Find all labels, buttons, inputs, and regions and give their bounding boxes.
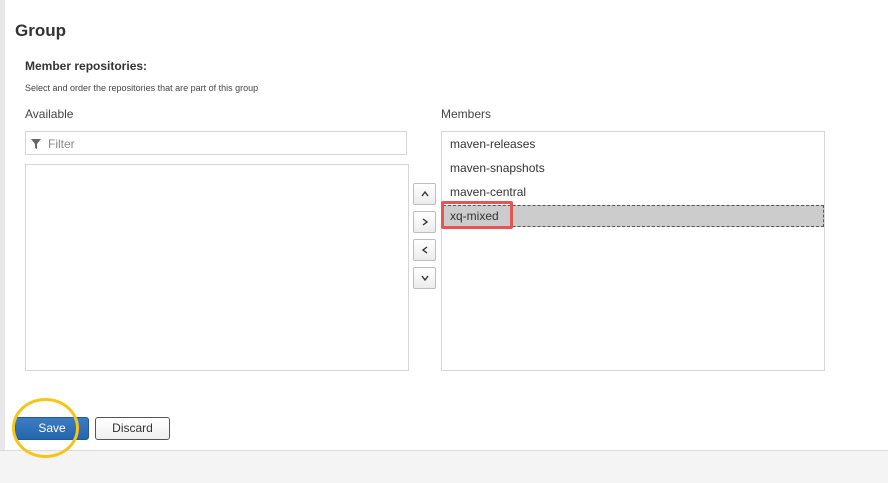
member-item-maven-snapshots[interactable]: maven-snapshots	[443, 157, 824, 179]
member-item-maven-central[interactable]: maven-central	[443, 181, 824, 203]
add-to-members-button[interactable]	[413, 211, 436, 233]
annotation-highlight-circle	[12, 398, 79, 458]
filter-input[interactable]	[46, 134, 405, 154]
left-border-strip	[0, 0, 5, 450]
member-repositories-label: Member repositories:	[25, 59, 148, 73]
section-title: Group	[15, 21, 66, 40]
remove-from-members-button[interactable]	[413, 239, 436, 261]
filter-icon	[31, 139, 41, 149]
chevron-up-icon	[420, 190, 429, 197]
members-label: Members	[441, 107, 492, 121]
move-down-button[interactable]	[413, 267, 436, 289]
group-settings-panel: Group Member repositories: Select and or…	[0, 0, 888, 451]
discard-button[interactable]: Discard	[95, 417, 170, 440]
move-up-button[interactable]	[413, 183, 436, 205]
member-item-maven-releases[interactable]: maven-releases	[443, 133, 824, 155]
filter-field[interactable]	[25, 131, 407, 155]
helper-text: Select and order the repositories that a…	[25, 83, 259, 93]
chevron-down-icon	[420, 275, 429, 282]
available-list[interactable]	[25, 164, 409, 371]
chevron-right-icon	[422, 218, 428, 226]
chevron-left-icon	[421, 246, 427, 254]
annotation-highlight-box	[441, 201, 513, 229]
members-list[interactable]: maven-releases maven-snapshots maven-cen…	[441, 131, 825, 371]
available-label: Available	[25, 107, 74, 121]
